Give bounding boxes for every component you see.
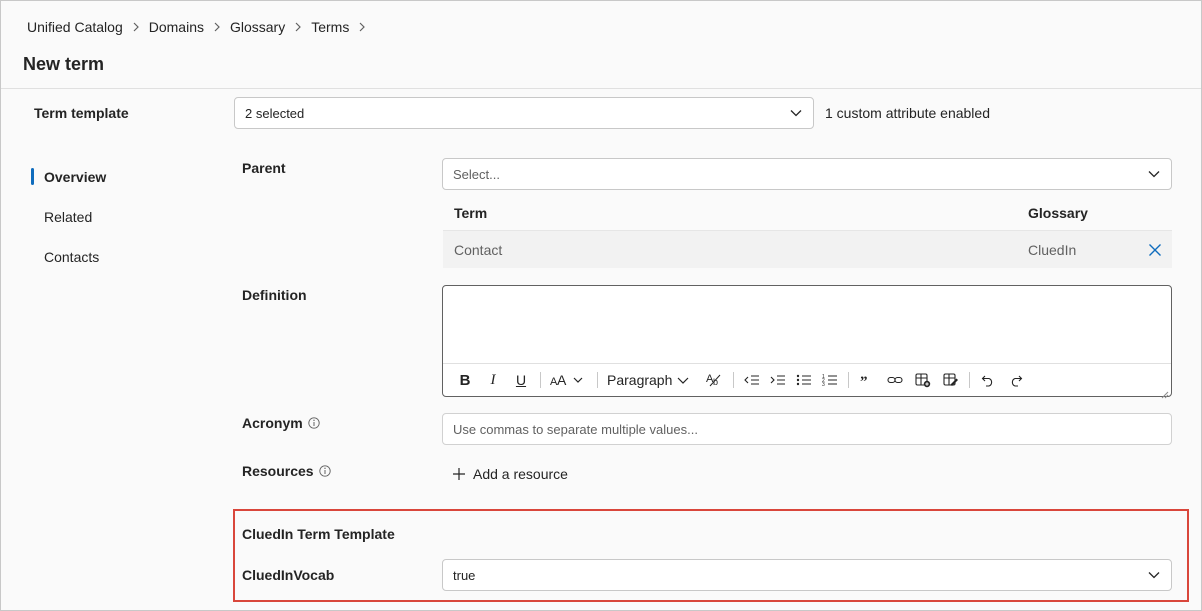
nav-active-indicator	[31, 168, 34, 185]
svg-text:3: 3	[822, 382, 825, 387]
chevron-right-icon	[293, 22, 303, 32]
parent-label-text: Parent	[242, 160, 286, 176]
remove-icon[interactable]	[1148, 243, 1162, 257]
link-icon[interactable]	[886, 368, 904, 392]
bullet-list-icon[interactable]	[795, 368, 813, 392]
chevron-down-icon	[789, 106, 803, 120]
page-title: New term	[23, 54, 105, 74]
chevron-right-icon	[357, 22, 367, 32]
custom-template-title-text: CluedIn Term Template	[242, 526, 395, 542]
info-icon[interactable]	[318, 465, 331, 477]
header-divider	[1, 88, 1201, 89]
breadcrumb-glossary[interactable]: Glossary	[230, 19, 285, 35]
chevron-down-icon	[1147, 568, 1161, 582]
clear-format-icon[interactable]: A b	[706, 368, 724, 392]
term-template-dropdown[interactable]: 2 selected	[234, 97, 814, 129]
underline-icon[interactable]: U	[513, 368, 529, 392]
plus-icon	[452, 467, 466, 481]
custom-attribute-note: 1 custom attribute enabled	[825, 105, 990, 121]
parent-select-placeholder: Select...	[453, 166, 500, 182]
breadcrumb-unified-catalog[interactable]: Unified Catalog	[27, 19, 123, 35]
term-template-label: Term template	[34, 105, 129, 121]
breadcrumb-domains[interactable]: Domains	[149, 19, 204, 35]
info-icon[interactable]	[308, 417, 320, 429]
column-header-term: Term	[454, 204, 488, 221]
acronym-placeholder: Use commas to separate multiple values..…	[453, 421, 698, 437]
resources-label: Resources	[242, 463, 331, 479]
resources-label-text: Resources	[242, 463, 314, 479]
paragraph-style-dropdown[interactable]: Paragraph	[607, 368, 692, 392]
toolbar-divider	[848, 372, 850, 388]
chevron-right-icon	[212, 22, 222, 32]
acronym-input[interactable]: Use commas to separate multiple values..…	[442, 413, 1172, 445]
toolbar-divider	[597, 372, 598, 388]
chevron-down-icon	[1147, 167, 1161, 181]
column-header-glossary: Glossary	[1028, 204, 1088, 221]
nav-item-overview[interactable]: Overview	[44, 169, 106, 185]
quote-icon[interactable]: ”	[858, 368, 876, 392]
definition-label: Definition	[242, 287, 307, 303]
cluedin-vocab-dropdown[interactable]: true	[442, 559, 1172, 591]
chevron-right-icon	[131, 22, 141, 32]
resize-handle-icon[interactable]	[1161, 386, 1169, 399]
editor-toolbar: B I U A A Paragraph A b 1 2 3 ”	[443, 363, 1171, 396]
add-resource-button[interactable]: Add a resource	[452, 466, 568, 482]
nav-item-related[interactable]: Related	[44, 209, 92, 225]
custom-template-title: CluedIn Term Template	[242, 526, 395, 542]
nav-item-contacts[interactable]: Contacts	[44, 249, 99, 265]
row-glossary: CluedIn	[1028, 241, 1077, 258]
table-row: Contact CluedIn	[443, 231, 1172, 268]
breadcrumb-terms[interactable]: Terms	[311, 19, 349, 35]
parent-label: Parent	[242, 160, 286, 176]
cluedin-vocab-label-text: CluedInVocab	[242, 567, 335, 583]
acronym-label-text: Acronym	[242, 415, 303, 431]
cluedin-vocab-label: CluedInVocab	[242, 567, 334, 583]
font-size-icon[interactable]: A A	[550, 368, 588, 392]
parent-select[interactable]: Select...	[442, 158, 1172, 190]
paragraph-style-label: Paragraph	[607, 372, 673, 388]
cluedin-vocab-value: true	[453, 567, 476, 583]
definition-editor: B I U A A Paragraph A b 1 2 3 ”	[442, 285, 1172, 399]
row-term: Contact	[454, 241, 503, 258]
term-template-value: 2 selected	[245, 105, 305, 121]
toolbar-divider	[540, 372, 541, 388]
italic-icon[interactable]: I	[485, 368, 501, 392]
toolbar-divider	[733, 372, 735, 388]
breadcrumb: Unified Catalog Domains Glossary Terms	[27, 18, 375, 36]
edit-table-icon[interactable]	[942, 368, 960, 392]
toolbar-divider	[969, 372, 971, 388]
bold-icon[interactable]: B	[457, 368, 473, 392]
svg-text:”: ”	[860, 374, 868, 386]
acronym-label: Acronym	[242, 415, 320, 431]
add-resource-label: Add a resource	[473, 466, 568, 482]
insert-table-icon[interactable]	[914, 368, 932, 392]
redo-icon[interactable]	[1007, 368, 1025, 392]
chevron-down-icon	[677, 377, 689, 384]
svg-text:A: A	[557, 372, 567, 388]
parent-table-header: Term Glossary	[443, 195, 1172, 231]
outdent-icon[interactable]	[743, 368, 761, 392]
numbered-list-icon[interactable]: 123	[821, 368, 839, 392]
definition-label-text: Definition	[242, 287, 307, 303]
undo-icon[interactable]	[979, 368, 997, 392]
definition-text-area[interactable]	[443, 286, 1171, 363]
indent-icon[interactable]	[769, 368, 787, 392]
